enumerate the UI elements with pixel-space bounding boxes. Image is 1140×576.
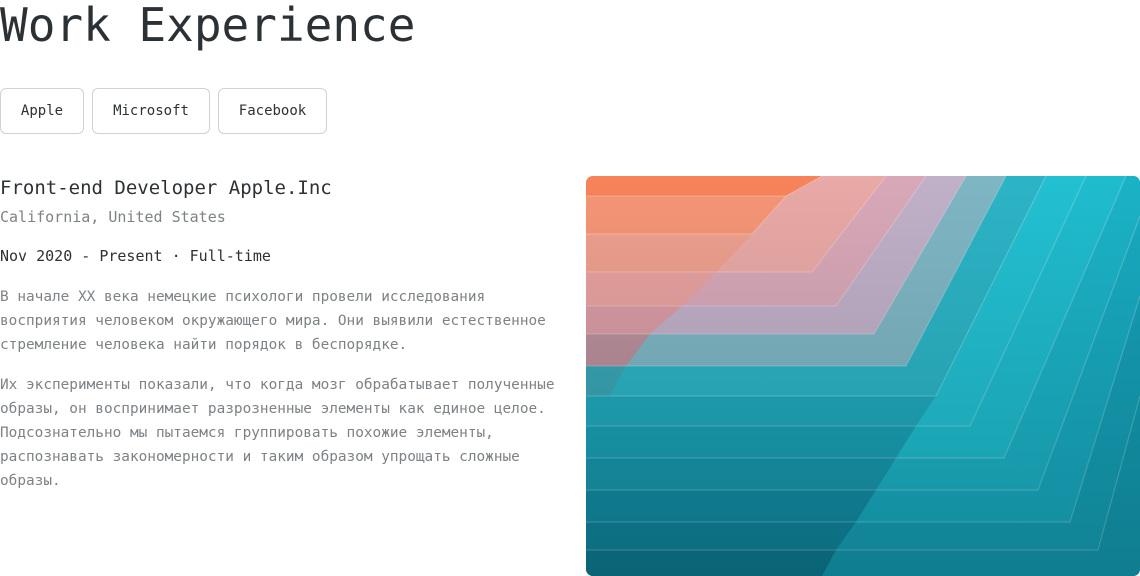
job-title: Front-end Developer Apple.Inc xyxy=(0,177,332,199)
company-tabs: Apple Microsoft Facebook xyxy=(0,88,327,134)
job-description-paragraph: В начале XX века немецкие психологи пров… xyxy=(0,289,546,353)
page-title: Work Experience xyxy=(0,0,416,52)
abstract-layers-image xyxy=(586,176,1140,576)
tab-facebook[interactable]: Facebook xyxy=(218,88,327,134)
job-dates: Nov 2020 - Present · Full-time xyxy=(0,247,271,265)
job-location: California, United States xyxy=(0,208,226,226)
tab-apple[interactable]: Apple xyxy=(0,88,84,134)
job-description-paragraph: Их эксперименты показали, что когда мозг… xyxy=(0,377,555,489)
job-details: Front-end Developer Apple.Inc California… xyxy=(0,176,560,493)
tab-microsoft[interactable]: Microsoft xyxy=(92,88,210,134)
